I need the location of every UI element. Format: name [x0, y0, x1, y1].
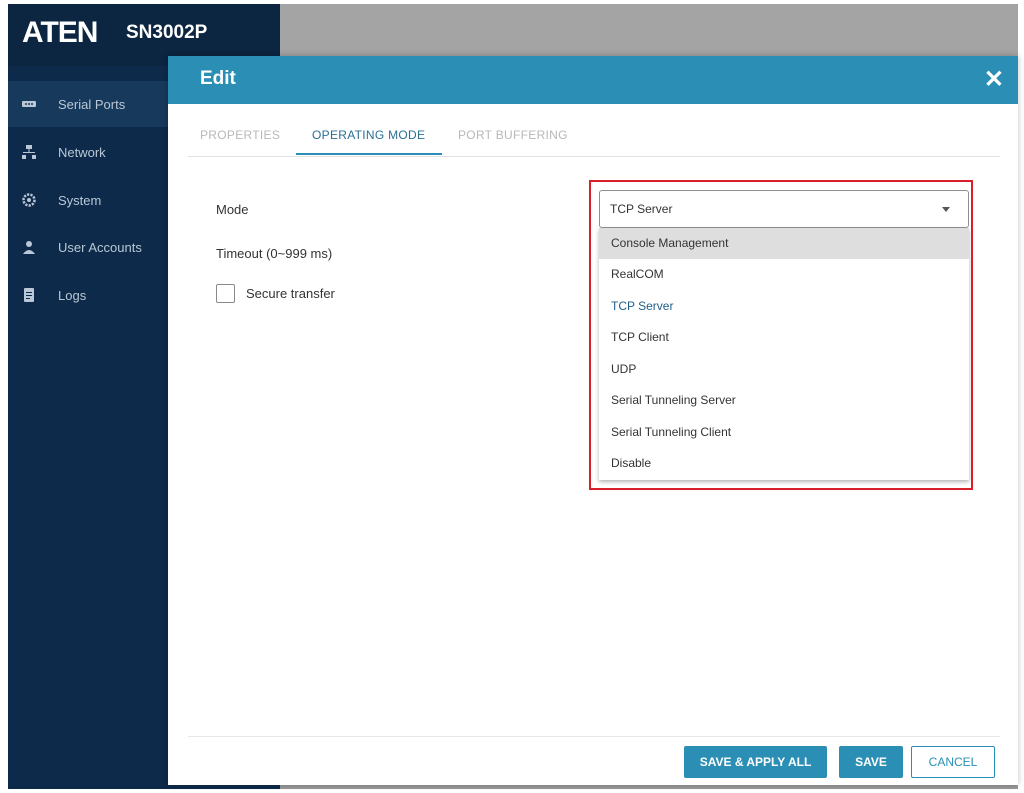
sidebar-item-label: System [58, 192, 102, 208]
close-icon[interactable]: ✕ [984, 65, 1004, 94]
footer-divider [188, 736, 1000, 737]
document-icon [22, 288, 36, 302]
active-tab-indicator [296, 153, 442, 155]
cancel-button[interactable]: CANCEL [911, 746, 995, 778]
dialog-header: Edit ✕ [168, 56, 1018, 104]
sidebar-item-label: Serial Ports [58, 96, 126, 112]
dialog-title: Edit [200, 68, 236, 89]
tab-properties[interactable]: PROPERTIES [200, 128, 280, 142]
save-button[interactable]: SAVE [839, 746, 903, 778]
tab-bar: PROPERTIES OPERATING MODE PORT BUFFERING [188, 124, 1000, 157]
save-apply-all-button[interactable]: SAVE & APPLY ALL [684, 746, 827, 778]
timeout-label: Timeout (0~999 ms) [216, 246, 333, 261]
edit-dialog: Edit ✕ PROPERTIES OPERATING MODE PORT BU… [168, 56, 1018, 785]
sidebar-item-label: User Accounts [58, 239, 142, 255]
secure-transfer-label: Secure transfer [246, 286, 335, 301]
mode-label: Mode [216, 202, 249, 217]
secure-transfer-checkbox[interactable] [216, 284, 235, 303]
red-highlight-box [589, 180, 973, 490]
serial-port-icon [22, 97, 36, 111]
gear-icon [22, 193, 36, 207]
sidebar-item-label: Network [58, 144, 106, 160]
user-icon [22, 240, 36, 254]
aten-logo: ATEN [22, 16, 98, 49]
tab-operating-mode[interactable]: OPERATING MODE [312, 128, 425, 142]
network-icon [22, 145, 36, 159]
tab-port-buffering[interactable]: PORT BUFFERING [458, 128, 568, 142]
sidebar-item-label: Logs [58, 287, 87, 303]
device-model: SN3002P [126, 22, 208, 43]
